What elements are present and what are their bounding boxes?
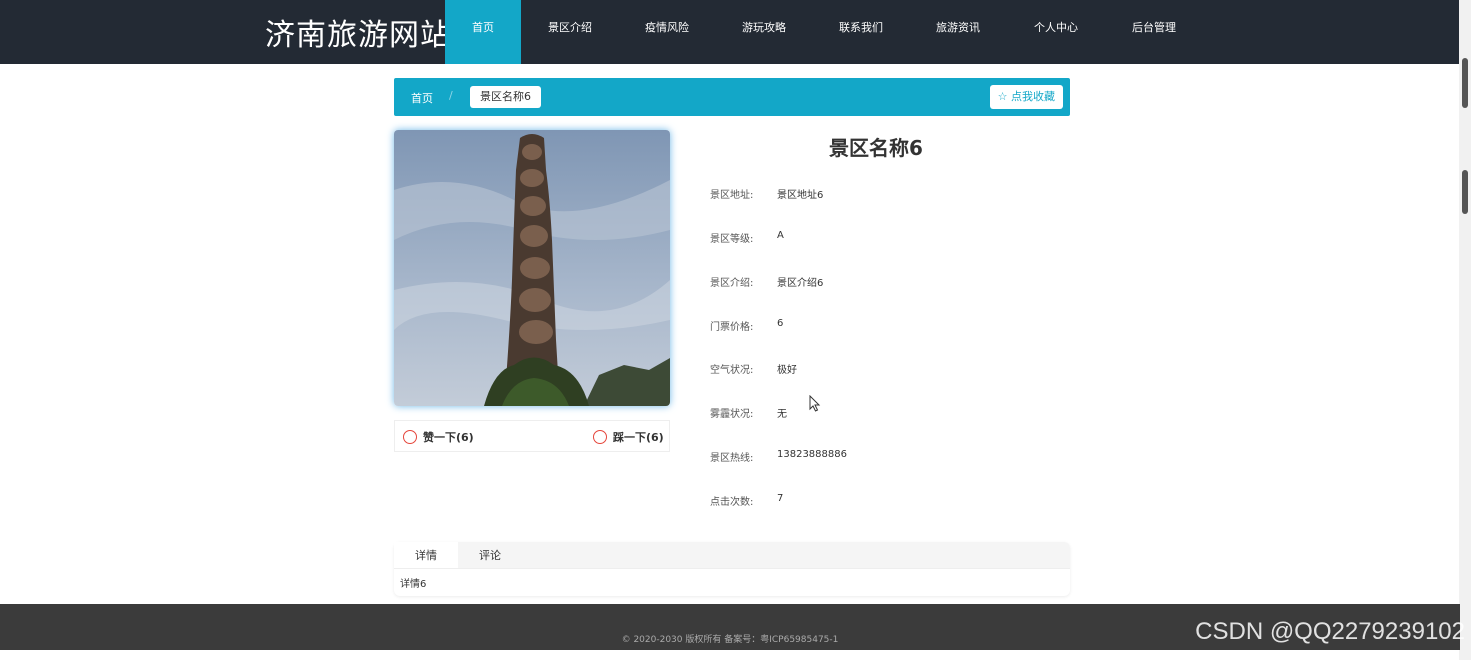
info-row-intro: 景区介绍: 景区介绍6 [710, 274, 823, 289]
tab-details[interactable]: 详情 [394, 542, 458, 568]
vote-bar: 赞一下(6) 踩一下(6) [394, 420, 670, 452]
info-label: 雾霾状况: [710, 409, 754, 420]
breadcrumb-home[interactable]: 首页 [411, 90, 433, 106]
favorite-button[interactable]: ☆ 点我收藏 [989, 85, 1063, 109]
nav-admin[interactable]: 后台管理 [1105, 0, 1203, 64]
info-row-address: 景区地址: 景区地址6 [710, 186, 823, 201]
info-row-air: 空气状况: 极好 [710, 361, 797, 376]
tab-header: 详情 评论 [394, 542, 1070, 569]
scenic-photo-image [394, 130, 670, 406]
nav-home[interactable]: 首页 [445, 0, 521, 64]
main-nav: 首页 景区介绍 疫情风险 游玩攻略 联系我们 旅游资讯 个人中心 后台管理 [445, 0, 1203, 64]
dislike-button[interactable]: 踩一下(6) [593, 429, 664, 445]
info-row-hotline: 景区热线: 13823888886 [710, 449, 847, 464]
scrollbar-thumb-secondary[interactable] [1462, 170, 1468, 214]
nav-personal-center[interactable]: 个人中心 [1007, 0, 1105, 64]
mouse-cursor-icon [809, 395, 821, 412]
info-value: 6 [777, 318, 784, 329]
scenic-title: 景区名称6 [829, 136, 923, 160]
info-value: 景区介绍6 [777, 278, 824, 289]
info-label: 门票价格: [710, 322, 754, 333]
info-row-price: 门票价格: 6 [710, 318, 783, 333]
smile-icon [593, 430, 607, 444]
info-value: 7 [777, 493, 784, 504]
tab-content: 详情6 [400, 579, 427, 590]
nav-scenic-intro[interactable]: 景区介绍 [521, 0, 619, 64]
nav-travel-news[interactable]: 旅游资讯 [909, 0, 1007, 64]
info-label: 景区地址: [710, 190, 754, 201]
info-label: 景区热线: [710, 453, 754, 464]
nav-contact[interactable]: 联系我们 [813, 0, 909, 64]
info-row-smog: 雾霾状况: 无 [710, 405, 787, 420]
page-scrollbar[interactable] [1459, 0, 1471, 660]
info-label: 景区等级: [710, 234, 754, 245]
info-value: 13823888886 [777, 449, 847, 460]
nav-epidemic-risk[interactable]: 疫情风险 [619, 0, 715, 64]
breadcrumb: 首页 / 景区名称6 ☆ 点我收藏 [394, 78, 1070, 116]
top-navbar: 济南旅游网站 首页 景区介绍 疫情风险 游玩攻略 联系我们 旅游资讯 个人中心 … [0, 0, 1471, 64]
like-label: 赞一下(6) [423, 431, 474, 444]
info-row-clicks: 点击次数: 7 [710, 493, 783, 508]
smile-icon [403, 430, 417, 444]
detail-tabs: 详情 评论 详情6 [394, 542, 1070, 596]
info-value: A [777, 230, 784, 241]
dislike-label: 踩一下(6) [613, 431, 664, 444]
info-value: 无 [777, 409, 787, 420]
info-row-level: 景区等级: A [710, 230, 784, 245]
scenic-photo [394, 130, 670, 406]
breadcrumb-current: 景区名称6 [470, 86, 541, 108]
info-value: 极好 [777, 365, 797, 376]
breadcrumb-separator: / [449, 89, 453, 102]
info-label: 空气状况: [710, 365, 754, 376]
info-label: 点击次数: [710, 497, 754, 508]
info-value: 景区地址6 [777, 190, 824, 201]
info-label: 景区介绍: [710, 278, 754, 289]
nav-travel-guide[interactable]: 游玩攻略 [715, 0, 813, 64]
site-title[interactable]: 济南旅游网站 [265, 10, 451, 54]
like-button[interactable]: 赞一下(6) [403, 429, 474, 445]
scrollbar-thumb[interactable] [1462, 58, 1468, 108]
watermark: CSDN @QQ2279239102 [1195, 618, 1465, 645]
tab-comments[interactable]: 评论 [458, 542, 522, 568]
